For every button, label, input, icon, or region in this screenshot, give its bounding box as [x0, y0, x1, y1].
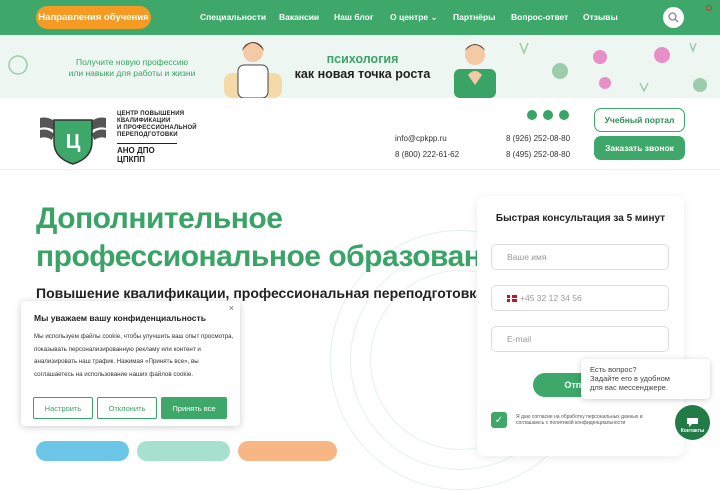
- top-nav: Направления обучения Специальности Вакан…: [0, 0, 720, 35]
- name-input[interactable]: Ваше имя: [491, 244, 669, 270]
- telegram-icon[interactable]: [559, 110, 569, 120]
- portal-button[interactable]: Учебный портал: [594, 108, 685, 132]
- cookie-settings-button[interactable]: Настроить: [33, 397, 93, 419]
- hero-title-line1: Дополнительное: [36, 202, 283, 235]
- agree-text: Я даю согласие на обработку персональных…: [516, 414, 643, 426]
- agree-checkbox[interactable]: ✓: [491, 412, 507, 428]
- recaptcha-icon: [706, 5, 712, 11]
- nav-item-blog[interactable]: Наш блог: [334, 12, 373, 22]
- phone-office-link[interactable]: 8 (495) 252-08-80: [506, 150, 570, 159]
- logo-line2: КВАЛИФИКАЦИИ: [117, 118, 171, 124]
- nav-item-partners[interactable]: Партнёры: [453, 12, 495, 22]
- form-title: Быстрая консультация за 5 минут: [495, 213, 666, 224]
- logo-text: ЦЕНТР ПОВЫШЕНИЯ КВАЛИФИКАЦИИ И ПРОФЕССИО…: [117, 111, 197, 139]
- banner-left-line2: или навыки для работы и жизни: [68, 68, 196, 78]
- hero-title: Дополнительное профессиональное образова…: [36, 200, 516, 276]
- search-button[interactable]: [663, 7, 684, 28]
- cookie-accept-button[interactable]: Принять все: [161, 397, 227, 419]
- nav-item-reviews[interactable]: Отзывы: [583, 12, 618, 22]
- nav-item-about-label: О центре: [390, 12, 429, 22]
- cookie-text: Мы используем файлы cookie, чтобы улучши…: [34, 333, 234, 378]
- svg-text:Ц: Ц: [66, 131, 81, 153]
- logo-emblem-icon[interactable]: Ц: [36, 106, 110, 166]
- cookie-banner: × Мы уважаем вашу конфиденциальность Мы …: [21, 301, 240, 426]
- woman-illustration: [224, 42, 282, 98]
- hero-subtitle: Повышение квалификации, профессиональная…: [36, 285, 488, 301]
- banner-headline-line1: психология: [326, 52, 399, 66]
- phone-free-link[interactable]: 8 (800) 222-61-62: [395, 150, 459, 159]
- email-input[interactable]: E-mail: [491, 326, 669, 352]
- phone-mobile-link[interactable]: 8 (926) 252-08-80: [506, 134, 570, 143]
- logo-org: АНО ДПО ЦПКПП: [117, 143, 177, 164]
- order-call-button[interactable]: Заказать звонок: [594, 136, 685, 160]
- consultation-form: Быстрая консультация за 5 минут Ваше имя…: [477, 196, 684, 456]
- chat-icon[interactable]: [527, 110, 537, 120]
- phone-placeholder: +45 32 12 34 56: [520, 293, 582, 303]
- cookie-title: Мы уважаем вашу конфиденциальность: [34, 313, 206, 323]
- chat-popup-line2: Задайте его в удобном: [590, 374, 670, 383]
- banner-headline: психология как новая точка роста: [285, 52, 440, 82]
- banner-left-text: Получите новую профессию или навыки для …: [52, 57, 212, 79]
- category-pill[interactable]: [238, 441, 337, 461]
- contacts-chat-button[interactable]: Контакты: [675, 405, 710, 440]
- contacts-label: Контакты: [680, 428, 705, 434]
- logo-line1: ЦЕНТР ПОВЫШЕНИЯ: [117, 111, 185, 117]
- email-link[interactable]: info@cpkpp.ru: [395, 134, 447, 143]
- man-illustration: [454, 44, 496, 98]
- logo-line3: И ПРОФЕССИОНАЛЬНОЙ: [117, 125, 197, 131]
- name-placeholder: Ваше имя: [507, 252, 547, 262]
- chat-popup[interactable]: Есть вопрос? Задайте его в удобном для в…: [581, 359, 710, 399]
- nav-item-vacancies[interactable]: Вакансии: [279, 12, 319, 22]
- email-placeholder: E-mail: [507, 334, 532, 344]
- logo-line4: ПЕРЕПОДГОТОВКИ: [117, 132, 178, 138]
- promo-banner[interactable]: Получите новую профессию или навыки для …: [0, 35, 720, 98]
- nav-item-faq[interactable]: Вопрос-ответ: [511, 12, 568, 22]
- category-pill[interactable]: [36, 441, 129, 461]
- nav-item-about[interactable]: О центре ⌄: [390, 12, 438, 23]
- banner-left-line1: Получите новую профессию: [75, 57, 189, 67]
- site-header: Ц ЦЕНТР ПОВЫШЕНИЯ КВАЛИФИКАЦИИ И ПРОФЕСС…: [0, 98, 720, 170]
- cookie-reject-button[interactable]: Отклонить: [97, 397, 157, 419]
- check-icon: ✓: [494, 414, 504, 426]
- banner-headline-line2: как новая точка роста: [294, 67, 431, 81]
- chat-bubble-icon: [687, 418, 698, 427]
- close-icon[interactable]: ×: [229, 303, 234, 313]
- category-pill[interactable]: [137, 441, 230, 461]
- chevron-down-icon: ⌄: [430, 12, 438, 22]
- whatsapp-icon[interactable]: [543, 110, 553, 120]
- nav-item-specialties[interactable]: Специальности: [200, 12, 266, 22]
- chat-popup-line1: Есть вопрос?: [590, 365, 637, 374]
- chat-popup-line3: для вас мессенджере.: [590, 383, 668, 392]
- directions-button[interactable]: Направления обучения: [36, 6, 151, 29]
- search-icon: [668, 12, 679, 23]
- hero-title-line2: профессиональное образование: [36, 240, 516, 273]
- denmark-flag-icon[interactable]: [507, 294, 517, 302]
- phone-input[interactable]: +45 32 12 34 56: [491, 285, 669, 311]
